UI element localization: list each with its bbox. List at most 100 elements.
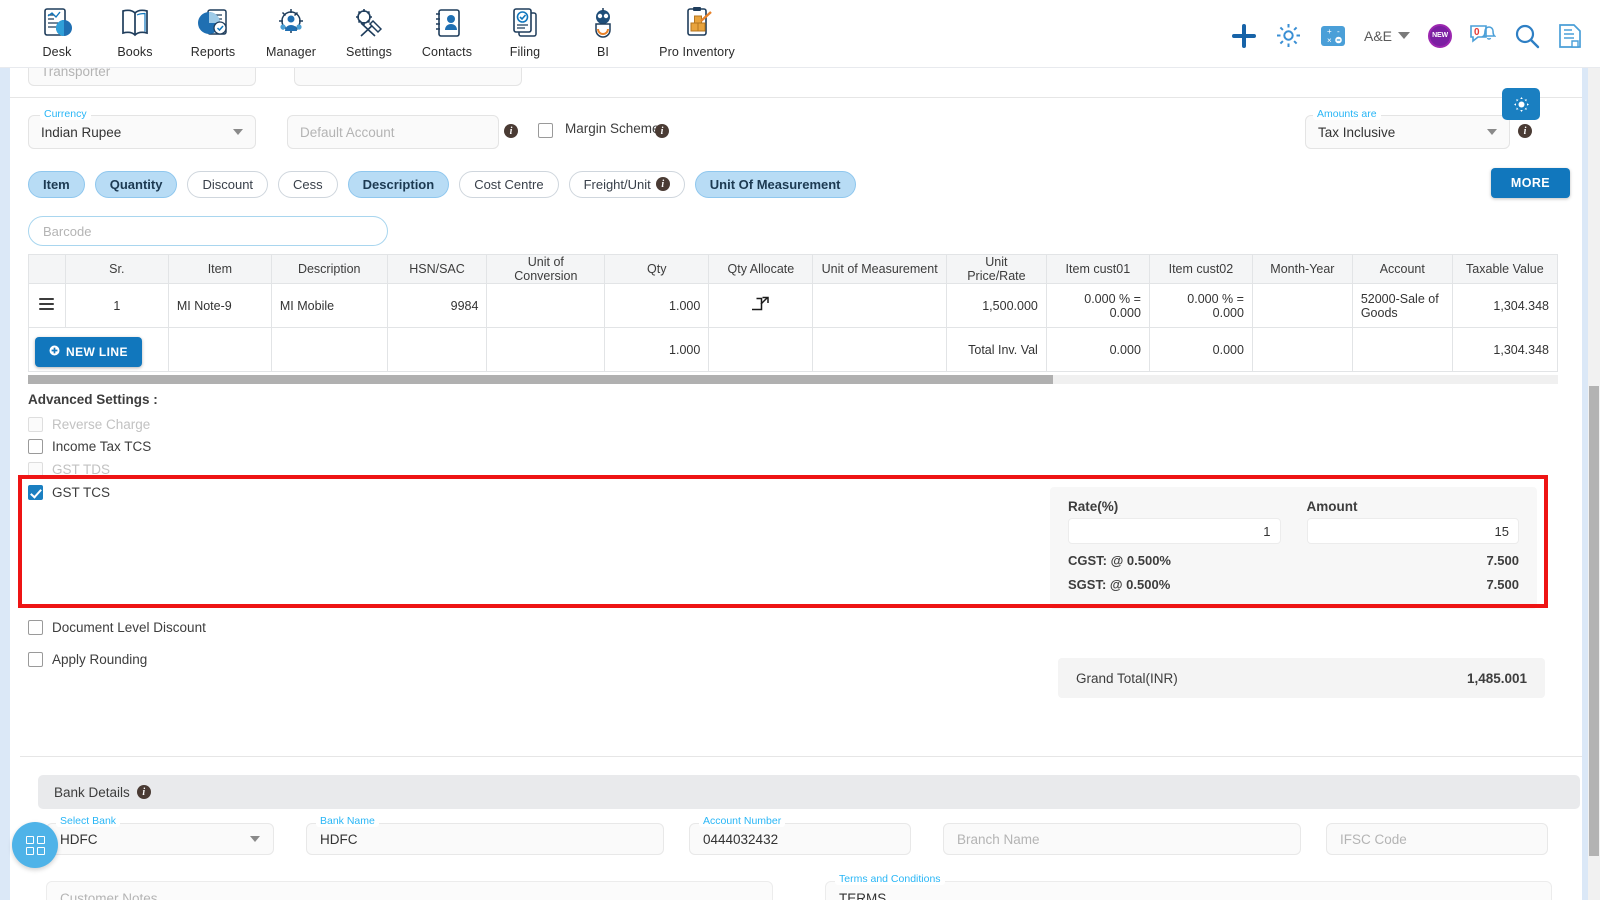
document-save-icon[interactable] <box>1558 23 1582 49</box>
new-line-button[interactable]: NEW LINE <box>35 336 142 367</box>
external-link-icon[interactable] <box>750 296 770 316</box>
chip-cess[interactable]: Cess <box>278 170 338 198</box>
freight-unit-info-icon[interactable]: i <box>655 177 670 191</box>
cell-unit-of-conversion[interactable] <box>486 283 606 328</box>
nav-item-settings[interactable]: Settings <box>330 0 408 59</box>
ifsc-code-field[interactable]: IFSC Code <box>1326 823 1548 855</box>
col-item-cust01[interactable]: Item cust01 <box>1045 254 1150 284</box>
cell-unit-price-rate[interactable]: 1,500.000 <box>945 283 1047 328</box>
gst-tcs-checkbox[interactable] <box>28 485 43 501</box>
apps-grid-fab[interactable] <box>12 822 58 868</box>
cell-month-year[interactable] <box>1251 283 1353 328</box>
amounts-are-select[interactable]: Tax Inclusive <box>1305 115 1510 149</box>
col-item-cust02[interactable]: Item cust02 <box>1148 254 1253 284</box>
more-button[interactable]: MORE <box>1490 168 1570 198</box>
bank-details-info-icon[interactable]: i <box>136 785 151 799</box>
gear-icon[interactable] <box>1275 22 1302 49</box>
transporter-field[interactable]: Transporter <box>28 68 256 86</box>
col-item[interactable]: Item <box>167 254 272 284</box>
col-hsn-sac[interactable]: HSN/SAC <box>386 254 488 284</box>
chip-cost-centre[interactable]: Cost Centre <box>459 170 559 198</box>
branch-name-field[interactable]: Branch Name <box>943 823 1301 855</box>
scrollbar-thumb[interactable] <box>28 375 1054 384</box>
col-sr[interactable]: Sr. <box>64 254 169 284</box>
cell-item-cust02[interactable]: 0.000 % = 0.000 <box>1148 283 1253 328</box>
cell-description[interactable]: MI Mobile <box>270 283 388 328</box>
chip-unit-of-measurement[interactable]: Unit Of Measurement <box>694 170 856 198</box>
advanced-item-document-level-discount[interactable]: Document Level Discount <box>28 616 1588 639</box>
nav-item-desk[interactable]: Desk <box>18 0 96 59</box>
col-description[interactable]: Description <box>270 254 388 284</box>
document-level-discount-checkbox[interactable] <box>28 619 43 635</box>
default-account-info-icon[interactable]: i <box>504 124 518 138</box>
footer-blank-alloc <box>708 327 814 372</box>
col-account[interactable]: Account <box>1351 254 1453 284</box>
customer-notes-field[interactable]: Customer Notes <box>46 881 773 900</box>
nav-item-pro-inventory[interactable]: Pro Inventory <box>642 0 752 59</box>
chip-label: Unit Of Measurement <box>709 176 841 192</box>
footer-blank-desc <box>270 327 388 372</box>
chip-description[interactable]: Description <box>347 170 450 198</box>
col-qty-allocate[interactable]: Qty Allocate <box>708 254 814 284</box>
nav-item-books[interactable]: Books <box>96 0 174 59</box>
chat-bell-icon[interactable]: 0 <box>1470 24 1496 48</box>
chip-quantity[interactable]: Quantity <box>94 170 178 198</box>
search-icon[interactable] <box>1514 23 1540 49</box>
col-unit-price-rate[interactable]: Unit Price/Rate <box>945 254 1047 284</box>
cell-account[interactable]: 52000-Sale of Goods <box>1351 283 1453 328</box>
margin-scheme-info-icon[interactable]: i <box>655 124 669 138</box>
nav-item-reports[interactable]: Reports <box>174 0 252 59</box>
gst-tcs-panel: Rate(%) 1 Amount 15 CGST: @ 0.500% 7.500… <box>1050 487 1537 609</box>
nav-item-bi[interactable]: BI <box>564 0 642 59</box>
col-taxable-value[interactable]: Taxable Value <box>1451 254 1559 284</box>
default-account-field[interactable]: Default Account <box>287 115 499 149</box>
footer-item-cust02-total: 0.000 <box>1148 327 1253 372</box>
gst-tcs-rate-input[interactable]: 1 <box>1068 518 1281 544</box>
gst-tcs-amount-input[interactable]: 15 <box>1306 518 1519 544</box>
secondary-field[interactable] <box>294 68 522 86</box>
row-drag-handle-cell[interactable] <box>28 283 66 328</box>
income-tax-tcs-checkbox[interactable] <box>28 439 43 455</box>
chip-freight-unit[interactable]: Freight/Unit i <box>568 170 685 198</box>
currency-select[interactable]: Indian Rupee <box>28 115 256 149</box>
col-unit-of-conversion[interactable]: Unit of Conversion <box>486 254 606 284</box>
drag-handle-icon[interactable] <box>39 296 55 313</box>
calculator-icon[interactable]: + - × <box>1320 23 1346 49</box>
nav-item-filing[interactable]: Filing <box>486 0 564 59</box>
gst-tcs-inputs: Rate(%) 1 Amount 15 <box>1068 499 1519 544</box>
col-unit-of-measurement[interactable]: Unit of Measurement <box>812 254 947 284</box>
row-settings-gear-button[interactable] <box>1502 88 1540 120</box>
table-row[interactable]: 1 MI Note-9 MI Mobile 9984 1.000 1,500.0… <box>28 283 1559 328</box>
account-number-field[interactable]: 0444032432 <box>689 823 911 855</box>
col-month-year[interactable]: Month-Year <box>1251 254 1353 284</box>
amounts-are-info-icon[interactable]: i <box>1518 124 1532 138</box>
chevron-down-icon <box>250 836 260 842</box>
page-vertical-scrollbar[interactable] <box>1588 68 1600 900</box>
apply-rounding-checkbox[interactable] <box>28 652 43 668</box>
bank-name-field[interactable]: HDFC <box>306 823 664 855</box>
chip-item[interactable]: Item <box>28 170 85 198</box>
cell-taxable-value[interactable]: 1,304.348 <box>1451 283 1559 328</box>
cell-qty-allocate[interactable] <box>708 283 814 328</box>
chip-discount[interactable]: Discount <box>187 170 269 198</box>
new-badge[interactable]: NEW <box>1428 23 1452 48</box>
cell-qty[interactable]: 1.000 <box>604 283 710 328</box>
gst-tcs-rate-label: Rate(%) <box>1068 499 1119 514</box>
advanced-item-income-tax-tcs[interactable]: Income Tax TCS <box>28 436 1588 459</box>
nav-item-manager[interactable]: Manager <box>252 0 330 59</box>
select-bank-select[interactable]: HDFC <box>46 823 274 855</box>
nav-item-contacts[interactable]: Contacts <box>408 0 486 59</box>
plus-icon[interactable] <box>1231 23 1257 49</box>
barcode-input[interactable]: Barcode <box>28 216 388 246</box>
cell-item-cust01[interactable]: 0.000 % = 0.000 <box>1045 283 1150 328</box>
cell-unit-of-measurement[interactable] <box>812 283 947 328</box>
cgst-value: 7.500 <box>1486 553 1519 568</box>
col-qty[interactable]: Qty <box>604 254 710 284</box>
table-horizontal-scrollbar[interactable] <box>28 375 1558 384</box>
margin-scheme-checkbox[interactable] <box>538 123 553 138</box>
page-scrollbar-thumb[interactable] <box>1589 386 1599 856</box>
chip-label: Item <box>43 176 70 192</box>
account-switcher[interactable]: A&E <box>1364 28 1410 44</box>
cell-hsn-sac[interactable]: 9984 <box>386 283 488 328</box>
cell-item[interactable]: MI Note-9 <box>167 283 272 328</box>
